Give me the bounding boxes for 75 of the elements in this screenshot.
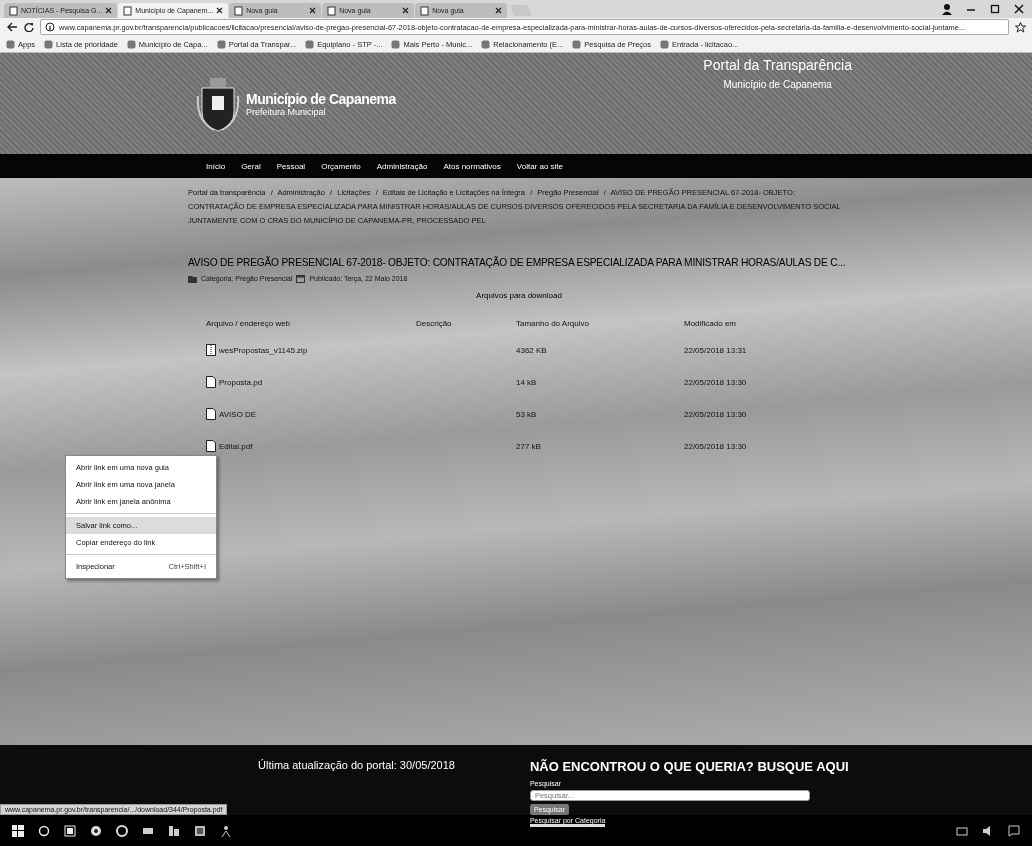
favicon-icon [126, 39, 136, 49]
page-icon [420, 5, 430, 16]
favicon-icon [572, 39, 582, 49]
coat-of-arms-drawing [196, 75, 240, 132]
reload-icon[interactable] [24, 22, 34, 32]
article-title: AVISO DE PREGÃO PRESENCIAL 67-2018- OBJETO: CONTRATAÇÃO DE EMPRESA ESPECIALIZADA PARA MINISTRAR HORAS/AULAS DE C... [188, 256, 846, 270]
favicon-icon [660, 39, 670, 49]
document-icon [206, 376, 216, 388]
site-subtitle: Prefeitura Municipal [246, 106, 327, 117]
star-icon[interactable] [1015, 21, 1026, 33]
table-cell-text: 22/05/2018 13:30 [684, 409, 748, 419]
back-arrow-icon[interactable] [6, 22, 18, 32]
table-cell-text: 277 kB [516, 441, 542, 451]
portal-subtitle: Município de Capanema [722, 79, 833, 90]
document-icon [206, 408, 216, 420]
table-cell-text: 22/05/2018 13:30 [684, 377, 748, 387]
nav-link[interactable]: Voltar ao site [516, 161, 564, 171]
browser-icon[interactable] [90, 824, 102, 837]
table-cell-text: 53 kB [516, 409, 538, 419]
nav-link[interactable]: Atos normativos [443, 161, 501, 171]
page-icon [234, 5, 244, 16]
nav-link[interactable]: Orçamento [321, 161, 361, 171]
search-heading: NÃO ENCONTROU O QUE QUERIA? BUSQUE AQUI [529, 759, 849, 774]
site-title: Município de Capanema [246, 90, 396, 107]
task-view-icon[interactable] [64, 824, 76, 837]
favicon-icon [481, 39, 491, 49]
maximize-icon[interactable] [990, 4, 1000, 14]
favicon-icon [44, 39, 54, 49]
person-icon[interactable] [220, 824, 232, 837]
document-icon [206, 440, 216, 452]
close-icon[interactable] [402, 7, 410, 14]
table-cell-text: 22/05/2018 13:30 [684, 441, 748, 451]
page-icon [9, 5, 18, 16]
network-icon[interactable] [956, 824, 968, 837]
table-caption: Arquivos para download [475, 291, 563, 300]
portal-title: Portal da Transparência [703, 57, 852, 73]
table-cell-text: 4362 KB [516, 345, 548, 355]
close-icon[interactable] [216, 7, 224, 14]
file-link[interactable]: Edital.pdf [219, 441, 253, 451]
page-icon [327, 5, 337, 16]
page-icon [123, 5, 133, 16]
profile-icon[interactable] [942, 3, 952, 15]
nav-link[interactable]: Geral [241, 161, 261, 171]
file-link[interactable]: Proposta.pd [219, 377, 263, 387]
column-header: Descrição [416, 318, 453, 328]
close-icon[interactable] [495, 7, 503, 14]
search-icon[interactable] [38, 824, 50, 837]
close-icon[interactable] [105, 7, 113, 14]
info-icon [45, 22, 55, 32]
table-cell-text: 22/05/2018 13:31 [684, 345, 748, 355]
app-icon[interactable] [194, 824, 206, 837]
calendar-icon [296, 274, 306, 283]
column-header: Modificado em [684, 318, 738, 328]
table-cell-text: 14 kB [516, 377, 538, 387]
nav-link[interactable]: Pessoal [276, 161, 306, 171]
notification-icon[interactable] [1008, 824, 1020, 837]
close-icon[interactable] [309, 7, 317, 14]
file-link[interactable]: wesPropostas_v1145.zip [219, 345, 308, 355]
zip-file-icon [206, 344, 216, 356]
app-icon[interactable] [168, 824, 180, 837]
folder-icon [188, 274, 197, 283]
app-icon[interactable] [116, 824, 128, 837]
favicon-icon [391, 39, 401, 49]
windows-start-icon[interactable] [12, 824, 24, 837]
column-header: Tamanho do Arquivo [516, 318, 590, 328]
file-link[interactable]: AVISO DE [219, 409, 257, 419]
address-field[interactable] [40, 19, 1009, 35]
close-icon[interactable] [1014, 4, 1024, 14]
update-text: Última atualização do portal: 30/05/2018 [258, 758, 455, 773]
favicon-icon [305, 39, 315, 49]
favicon-icon [6, 39, 15, 49]
column-header: Arquivo / endereço web [206, 318, 292, 328]
favicon-icon [216, 39, 226, 49]
nav-link[interactable]: Início [206, 161, 226, 171]
nav-link[interactable]: Administração [376, 161, 428, 171]
